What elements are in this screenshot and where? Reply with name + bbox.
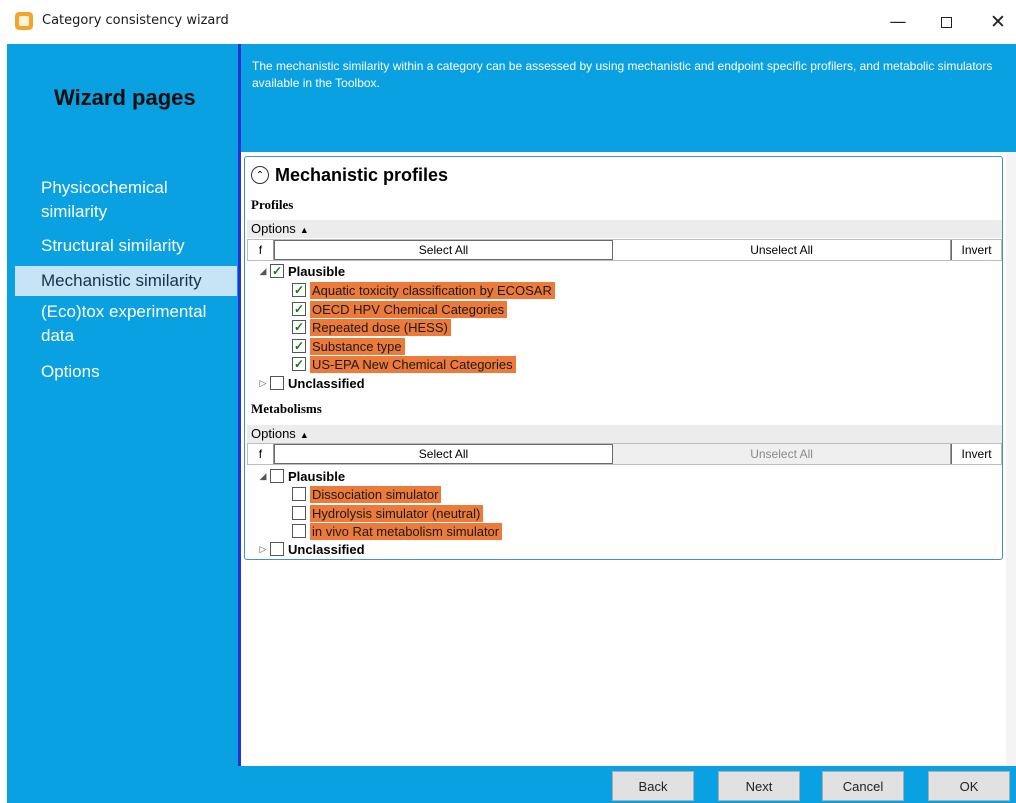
tree-item[interactable]: Dissociation simulator — [292, 485, 442, 503]
invert-button[interactable]: Invert — [951, 444, 1001, 464]
tree-item-label: Substance type — [310, 337, 405, 355]
checkbox[interactable] — [292, 524, 306, 538]
expanded-triangle-icon[interactable]: ◢ — [256, 471, 270, 482]
triangle-up-icon: ▲ — [299, 225, 309, 235]
metabolisms-options-toggle[interactable]: Options ▲ — [247, 425, 1002, 443]
nav-item-structural-similarity[interactable]: Structural similarity — [15, 234, 237, 258]
options-label: Options — [251, 221, 296, 236]
ok-button[interactable]: OK — [928, 771, 1010, 801]
tree-item-label: Dissociation simulator — [310, 485, 442, 503]
tree-group-plausible[interactable]: ◢ Plausible — [256, 467, 346, 485]
sidebar-title: Wizard pages — [54, 85, 196, 110]
checkbox[interactable] — [270, 376, 284, 390]
tree-group-label: Plausible — [288, 468, 346, 484]
tree-item-label: OECD HPV Chemical Categories — [310, 300, 508, 318]
checkbox[interactable] — [270, 469, 284, 483]
nav-item-mechanistic-similarity[interactable]: Mechanistic similarity — [15, 266, 237, 296]
tree-item[interactable]: ✓ Aquatic toxicity classification by ECO… — [292, 281, 555, 299]
tree-item[interactable]: ✓ Repeated dose (HESS) — [292, 318, 451, 336]
collapsed-triangle-icon[interactable]: ▷ — [256, 544, 270, 555]
nav-item-ecotox-experimental-data[interactable]: (Eco)tox experimental data — [15, 300, 237, 348]
checkbox[interactable]: ✓ — [292, 339, 306, 353]
profiles-button-row: f Select All Unselect All Invert — [247, 239, 1002, 261]
checkbox[interactable] — [292, 487, 306, 501]
next-button[interactable]: Next — [718, 771, 800, 801]
checkbox[interactable] — [270, 542, 284, 556]
filter-button[interactable]: f — [248, 240, 274, 260]
tree-group-label: Unclassified — [288, 375, 365, 391]
collapse-icon[interactable]: ⌃ — [251, 166, 269, 184]
tree-item[interactable]: in vivo Rat metabolism simulator — [292, 522, 503, 540]
select-all-button[interactable]: Select All — [273, 240, 614, 260]
tree-item-label: Hydrolysis simulator (neutral) — [310, 504, 484, 522]
tree-group-label: Plausible — [288, 263, 346, 279]
app-icon — [15, 12, 33, 30]
wizard-sidebar: Wizard pages Physicochemical similarity … — [7, 44, 238, 766]
tree-group-plausible[interactable]: ◢ ✓ Plausible — [256, 262, 346, 280]
tree-item[interactable]: Hydrolysis simulator (neutral) — [292, 504, 484, 522]
invert-button[interactable]: Invert — [951, 240, 1001, 260]
page-description: The mechanistic similarity within a cate… — [252, 59, 993, 90]
checkbox[interactable]: ✓ — [292, 320, 306, 334]
section-header[interactable]: ⌃ Mechanistic profiles — [251, 163, 448, 187]
checkbox[interactable]: ✓ — [292, 357, 306, 371]
checkbox[interactable]: ✓ — [292, 283, 306, 297]
collapsed-triangle-icon[interactable]: ▷ — [256, 378, 270, 389]
tree-item[interactable]: ✓ OECD HPV Chemical Categories — [292, 300, 508, 318]
window-title: Category consistency wizard — [42, 13, 229, 28]
tree-item-label: Repeated dose (HESS) — [310, 318, 451, 336]
section-title: Mechanistic profiles — [275, 164, 449, 185]
tree-item[interactable]: ✓ US-EPA New Chemical Categories — [292, 355, 516, 373]
tree-group-unclassified[interactable]: ▷ Unclassified — [256, 540, 365, 558]
cancel-button[interactable]: Cancel — [822, 771, 904, 801]
back-button[interactable]: Back — [612, 771, 694, 801]
tree-item-label: in vivo Rat metabolism simulator — [310, 522, 503, 540]
tree-group-label: Unclassified — [288, 541, 365, 557]
profiles-label: Profiles — [251, 197, 294, 212]
checkbox[interactable]: ✓ — [270, 264, 284, 278]
unselect-all-button[interactable]: Unselect All — [613, 240, 952, 260]
tree-group-unclassified[interactable]: ▷ Unclassified — [256, 374, 365, 392]
triangle-up-icon: ▲ — [299, 430, 309, 440]
metabolisms-button-row: f Select All Unselect All Invert — [247, 443, 1002, 465]
nav-item-options[interactable]: Options — [15, 360, 237, 384]
profiles-options-toggle[interactable]: Options ▲ — [247, 220, 1002, 238]
options-label: Options — [251, 426, 296, 441]
checkbox[interactable]: ✓ — [292, 302, 306, 316]
tree-item-label: US-EPA New Chemical Categories — [310, 355, 516, 373]
tree-item[interactable]: ✓ Substance type — [292, 337, 405, 355]
title-bar: Category consistency wizard — ✕ — [0, 0, 1016, 44]
filter-button[interactable]: f — [248, 444, 274, 464]
mechanistic-profiles-panel: ⌃ Mechanistic profiles Profiles Options ▲… — [244, 156, 1003, 560]
tree-item-label: Aquatic toxicity classification by ECOSA… — [310, 281, 555, 299]
minimize-button[interactable]: — — [878, 8, 918, 36]
vertical-scrollbar[interactable] — [1006, 152, 1016, 766]
expanded-triangle-icon[interactable]: ◢ — [256, 266, 270, 277]
close-button[interactable]: ✕ — [978, 8, 1016, 36]
maximize-icon — [940, 16, 952, 28]
unselect-all-button[interactable]: Unselect All — [613, 444, 952, 464]
maximize-button[interactable] — [926, 8, 966, 36]
nav-item-physicochemical-similarity[interactable]: Physicochemical similarity — [15, 176, 237, 224]
checkbox[interactable] — [292, 506, 306, 520]
select-all-button[interactable]: Select All — [273, 444, 614, 464]
metabolisms-label: Metabolisms — [251, 401, 322, 416]
